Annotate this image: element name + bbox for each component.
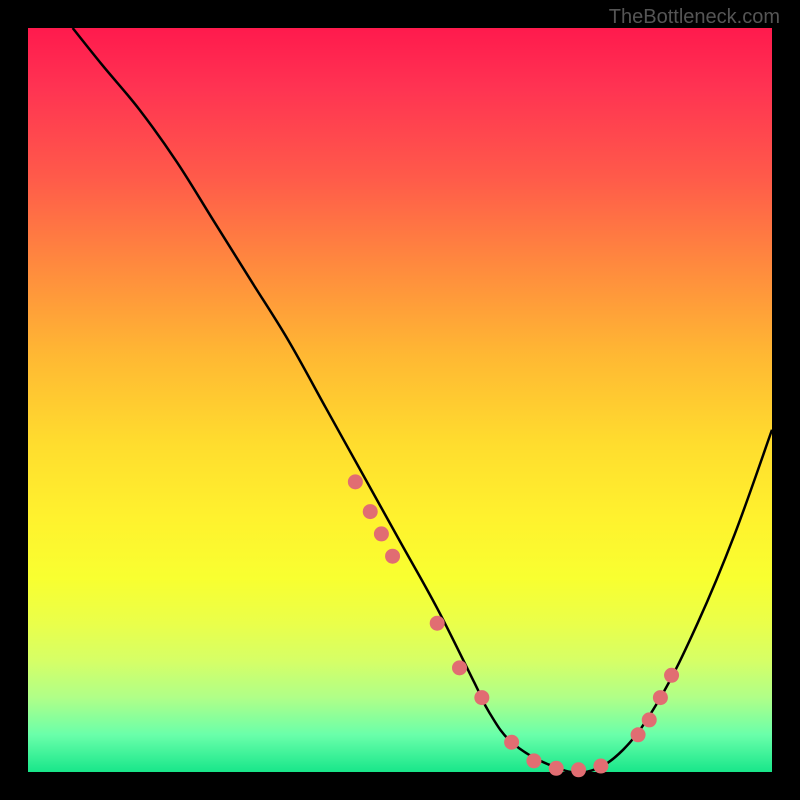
watermark-text: TheBottleneck.com xyxy=(609,6,780,29)
chart-marker xyxy=(374,526,389,541)
chart-marker xyxy=(593,759,608,774)
chart-marker xyxy=(430,616,445,631)
chart-marker xyxy=(631,727,646,742)
chart-curve-layer xyxy=(28,28,772,772)
chart-marker xyxy=(474,690,489,705)
chart-marker xyxy=(385,549,400,564)
chart-plot-area xyxy=(28,28,772,772)
bottleneck-curve xyxy=(73,28,772,773)
chart-marker xyxy=(452,660,467,675)
chart-marker xyxy=(642,712,657,727)
chart-marker xyxy=(664,668,679,683)
chart-marker xyxy=(571,762,586,777)
chart-marker xyxy=(363,504,378,519)
chart-markers xyxy=(348,474,679,777)
chart-marker xyxy=(653,690,668,705)
chart-marker xyxy=(526,753,541,768)
chart-marker xyxy=(348,474,363,489)
chart-marker xyxy=(549,761,564,776)
chart-marker xyxy=(504,735,519,750)
